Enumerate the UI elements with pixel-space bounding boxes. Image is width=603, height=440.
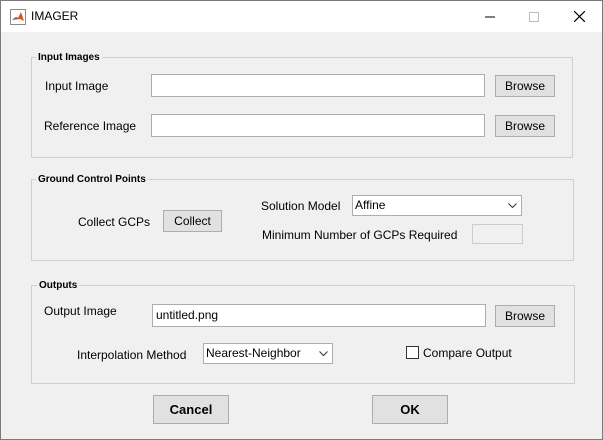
output-image-label: Output Image — [44, 304, 117, 318]
min-gcps-label: Minimum Number of GCPs Required — [262, 228, 458, 242]
outputs-title: Outputs — [37, 280, 80, 291]
collect-button[interactable]: Collect — [163, 210, 222, 232]
gcp-title: Ground Control Points — [36, 174, 148, 185]
ok-button[interactable]: OK — [372, 395, 448, 424]
solution-model-value: Affine — [355, 198, 386, 212]
input-images-group — [31, 57, 573, 158]
reference-browse-button[interactable]: Browse — [495, 115, 555, 137]
window-title: IMAGER — [31, 9, 79, 23]
compare-output-label: Compare Output — [423, 346, 512, 360]
input-image-field[interactable] — [151, 74, 485, 97]
minimize-icon — [485, 12, 495, 22]
maximize-button[interactable] — [511, 1, 557, 32]
cancel-button[interactable]: Cancel — [153, 395, 229, 424]
matlab-icon — [10, 9, 26, 25]
title-bar: IMAGER — [1, 1, 602, 32]
reference-image-label: Reference Image — [44, 119, 137, 133]
output-browse-button[interactable]: Browse — [495, 305, 555, 327]
collect-gcps-label: Collect GCPs — [78, 215, 151, 229]
min-gcps-field — [472, 224, 523, 244]
input-images-title: Input Images — [36, 52, 102, 63]
solution-model-select[interactable]: Affine — [352, 195, 522, 216]
reference-image-field[interactable] — [151, 114, 485, 137]
close-icon — [573, 11, 585, 22]
minimize-button[interactable] — [467, 1, 513, 32]
input-image-label: Input Image — [45, 79, 109, 93]
interpolation-label: Interpolation Method — [77, 348, 187, 362]
compare-output-checkbox[interactable] — [406, 346, 419, 359]
chevron-down-icon — [315, 344, 332, 363]
imager-window: IMAGER Input Images Input Image Browse R… — [0, 0, 603, 440]
output-image-field[interactable]: untitled.png — [152, 304, 486, 327]
interpolation-select[interactable]: Nearest-Neighbor — [203, 343, 333, 364]
solution-model-label: Solution Model — [261, 199, 341, 213]
maximize-icon — [529, 11, 539, 22]
interpolation-value: Nearest-Neighbor — [206, 346, 301, 360]
input-browse-button[interactable]: Browse — [495, 75, 555, 97]
chevron-down-icon — [504, 196, 521, 215]
outputs-group — [31, 285, 575, 384]
close-button[interactable] — [556, 1, 602, 32]
